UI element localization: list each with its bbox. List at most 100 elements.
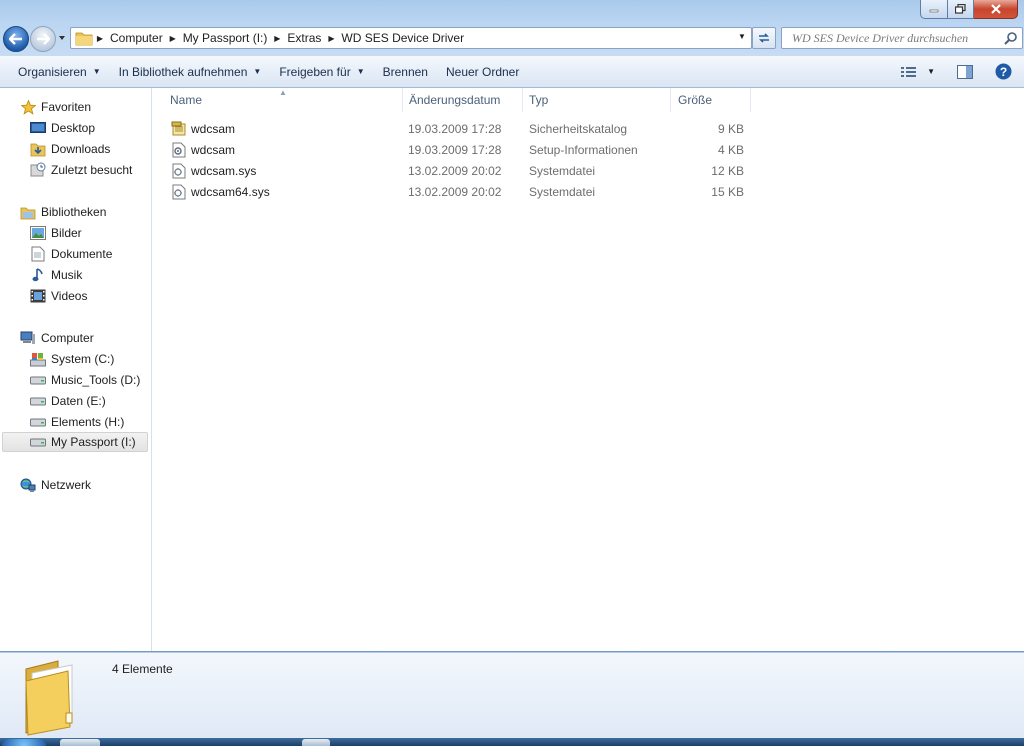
table-row[interactable]: wdcsam.sys 13.02.2009 20:02 Systemdatei … [168, 161, 748, 182]
close-button[interactable] [974, 0, 1018, 19]
include-library-menu-button[interactable]: In Bibliothek aufnehmen ▼ [110, 56, 271, 87]
column-header-label: Größe [678, 93, 713, 107]
forward-arrow-icon [37, 33, 50, 45]
command-bar: Organisieren ▼ In Bibliothek aufnehmen ▼… [0, 56, 1024, 88]
breadcrumb-chevron-icon[interactable]: ▶ [166, 34, 180, 43]
sidebar-item-drive-e[interactable]: Daten (E:) [30, 391, 106, 411]
sidebar-item-desktop[interactable]: Desktop [30, 118, 95, 138]
column-divider[interactable] [670, 88, 671, 112]
breadcrumb-item[interactable]: WD SES Device Driver [338, 31, 467, 45]
search-icon[interactable] [1004, 31, 1018, 45]
title-bar: ▶ Computer ▶ My Passport (I:) ▶ Extras ▶… [0, 0, 1024, 56]
breadcrumb-chevron-icon[interactable]: ▶ [270, 34, 284, 43]
pictures-icon [30, 225, 46, 241]
column-divider[interactable] [402, 88, 403, 112]
hard-drive-icon [30, 414, 46, 430]
sidebar-item-label: Zuletzt besucht [51, 163, 133, 177]
file-list: Name ▲ Änderungsdatum Typ Größe wdcsam 1… [152, 88, 1024, 651]
column-header-type[interactable]: Typ [529, 88, 548, 112]
burn-button[interactable]: Brennen [374, 56, 437, 87]
computer-icon [20, 330, 36, 346]
column-header-label: Änderungsdatum [409, 93, 501, 107]
sidebar-libraries-label: Bibliotheken [41, 205, 107, 219]
breadcrumb: ▶ Computer ▶ My Passport (I:) ▶ Extras ▶… [93, 28, 467, 48]
search-input[interactable] [790, 29, 1004, 47]
view-options-button[interactable]: ▼ [901, 66, 935, 78]
sidebar-item-pictures[interactable]: Bilder [30, 223, 82, 243]
hard-drive-icon [30, 372, 46, 388]
table-row[interactable]: wdcsam 19.03.2009 17:28 Sicherheitskatal… [168, 119, 748, 140]
sidebar-item-label: Downloads [51, 142, 111, 156]
file-date: 19.03.2009 17:28 [408, 122, 502, 136]
new-folder-button[interactable]: Neuer Ordner [437, 56, 528, 87]
sidebar-item-label: My Passport (I:) [51, 435, 136, 449]
organize-label: Organisieren [18, 64, 87, 79]
file-date: 13.02.2009 20:02 [408, 164, 502, 178]
command-bar-right: ▼ ? [895, 56, 1018, 87]
sidebar-favorites-label: Favoriten [41, 100, 92, 114]
refresh-icon [759, 33, 769, 43]
sidebar-item-drive-c[interactable]: System (C:) [30, 349, 114, 369]
sidebar-item-label: System (C:) [51, 352, 115, 366]
sidebar-item-music[interactable]: Musik [30, 265, 82, 285]
breadcrumb-chevron-icon[interactable]: ▶ [324, 34, 338, 43]
sidebar-item-drive-d[interactable]: Music_Tools (D:) [30, 370, 140, 390]
forward-button[interactable] [30, 26, 56, 52]
taskbar-item[interactable] [60, 739, 100, 746]
sidebar-item-label: Dokumente [51, 247, 113, 261]
system-file-icon [171, 163, 187, 179]
start-button[interactable] [2, 739, 46, 746]
breadcrumb-item[interactable]: My Passport (I:) [180, 31, 271, 45]
sidebar-item-recent[interactable]: Zuletzt besucht [30, 160, 132, 180]
table-row[interactable]: wdcsam 19.03.2009 17:28 Setup-Informatio… [168, 140, 748, 161]
address-dropdown-icon[interactable]: ▼ [737, 32, 747, 42]
chevron-down-icon: ▼ [253, 67, 262, 76]
column-header-size[interactable]: Größe [678, 88, 712, 112]
column-header-date[interactable]: Änderungsdatum [409, 88, 500, 112]
window-controls [920, 0, 1018, 19]
back-arrow-icon [9, 33, 22, 45]
sidebar-item-documents[interactable]: Dokumente [30, 244, 112, 264]
minimize-icon [929, 9, 939, 13]
sidebar-item-drive-h[interactable]: Elements (H:) [30, 412, 124, 432]
new-folder-label: Neuer Ordner [445, 64, 520, 79]
column-divider[interactable] [522, 88, 523, 112]
address-bar[interactable]: ▶ Computer ▶ My Passport (I:) ▶ Extras ▶… [70, 27, 752, 49]
preview-pane-button[interactable] [957, 64, 973, 79]
sidebar-item-downloads[interactable]: Downloads [30, 139, 110, 159]
column-divider[interactable] [750, 88, 751, 112]
svg-text:?: ? [1000, 65, 1007, 79]
breadcrumb-item[interactable]: Computer [107, 31, 166, 45]
sidebar-network-label: Netzwerk [41, 478, 92, 492]
taskbar-item[interactable] [302, 739, 330, 746]
sidebar-computer[interactable]: Computer [20, 328, 94, 348]
sidebar-item-label: Bilder [51, 226, 82, 240]
sidebar-favorites[interactable]: Favoriten [20, 97, 91, 117]
chevron-down-icon: ▼ [927, 67, 935, 76]
recent-pages-chevron-icon[interactable] [58, 34, 66, 42]
refresh-button[interactable] [752, 27, 776, 49]
burn-label: Brennen [382, 64, 428, 79]
back-button[interactable] [3, 26, 29, 52]
library-icon [20, 204, 36, 220]
maximize-button[interactable] [948, 0, 974, 19]
breadcrumb-chevron-icon[interactable]: ▶ [93, 34, 107, 43]
help-button[interactable]: ? [995, 63, 1012, 80]
sidebar-item-label: Musik [51, 268, 83, 282]
include-library-label: In Bibliothek aufnehmen [118, 64, 248, 79]
share-menu-button[interactable]: Freigeben für ▼ [270, 56, 373, 87]
sidebar-libraries[interactable]: Bibliotheken [20, 202, 106, 222]
sidebar-item-videos[interactable]: Videos [30, 286, 87, 306]
minimize-button[interactable] [920, 0, 948, 19]
column-header-label: Typ [529, 93, 549, 107]
table-row[interactable]: wdcsam64.sys 13.02.2009 20:02 Systemdate… [168, 182, 748, 203]
column-header-name[interactable]: Name [170, 88, 202, 112]
organize-menu-button[interactable]: Organisieren ▼ [9, 56, 110, 87]
catalog-icon [171, 121, 187, 137]
breadcrumb-item[interactable]: Extras [284, 31, 324, 45]
search-box[interactable] [781, 27, 1023, 49]
sidebar-network[interactable]: Netzwerk [20, 475, 91, 495]
sidebar-item-drive-i[interactable]: My Passport (I:) [2, 432, 148, 452]
file-name: wdcsam64.sys [191, 185, 270, 199]
network-icon [20, 477, 36, 493]
